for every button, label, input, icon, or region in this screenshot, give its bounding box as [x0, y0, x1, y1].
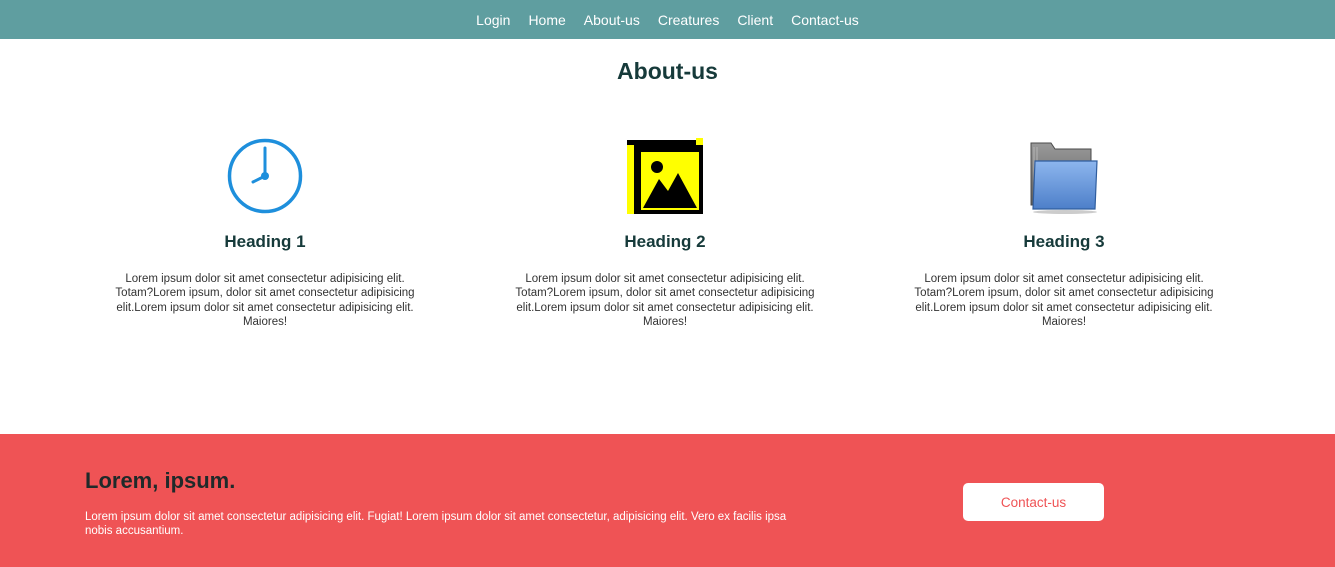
feature-heading: Heading 3	[1023, 232, 1105, 251]
contact-us-button[interactable]: Contact-us	[963, 483, 1104, 521]
top-navbar: Login Home About-us Creatures Client Con…	[0, 0, 1335, 39]
feature-text: Lorem ipsum dolor sit amet consectetur a…	[914, 273, 1214, 329]
nav-link-home[interactable]: Home	[528, 12, 565, 28]
feature-heading: Heading 1	[224, 232, 306, 251]
footer-text: Lorem ipsum dolor sit amet consectetur a…	[85, 511, 787, 537]
feature-card-3: Heading 3 Lorem ipsum dolor sit amet con…	[904, 136, 1224, 330]
feature-card-1: Heading 1 Lorem ipsum dolor sit amet con…	[105, 136, 425, 330]
footer-heading: Lorem, ipsum.	[85, 468, 236, 493]
nav-link-client[interactable]: Client	[737, 12, 773, 28]
footer-banner: Lorem, ipsum. Lorem ipsum dolor sit amet…	[0, 434, 1335, 567]
image-gallery-icon	[625, 136, 705, 216]
nav-link-creatures[interactable]: Creatures	[658, 12, 719, 28]
page-title: About-us	[617, 58, 718, 84]
nav-link-about-us[interactable]: About-us	[584, 12, 640, 28]
folder-icon	[1024, 136, 1104, 216]
nav-link-contact-us[interactable]: Contact-us	[791, 12, 859, 28]
feature-text: Lorem ipsum dolor sit amet consectetur a…	[115, 273, 415, 329]
feature-text: Lorem ipsum dolor sit amet consectetur a…	[515, 273, 815, 329]
clock-icon	[225, 136, 305, 216]
feature-card-2: Heading 2 Lorem ipsum dolor sit amet con…	[505, 136, 825, 330]
nav-link-login[interactable]: Login	[476, 12, 510, 28]
feature-heading: Heading 2	[624, 232, 706, 251]
